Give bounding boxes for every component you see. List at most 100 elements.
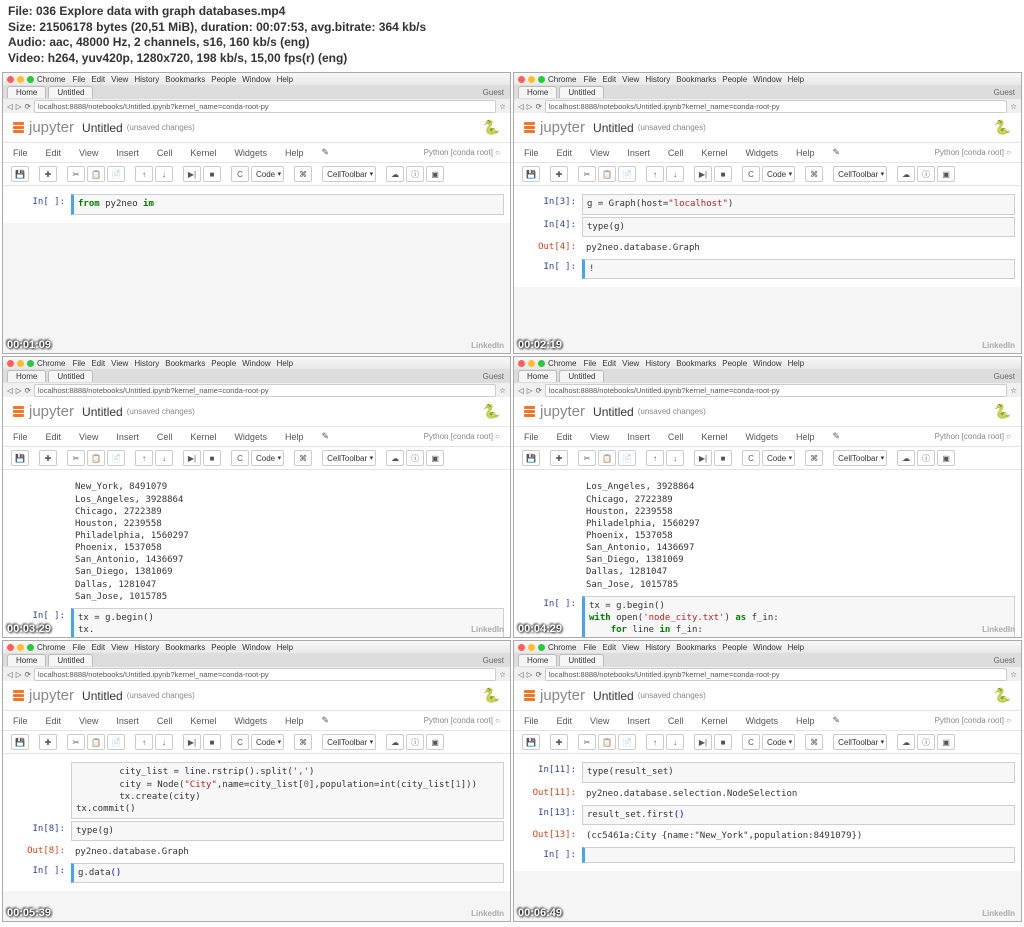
jmenu-help[interactable]: Help — [285, 148, 304, 158]
jmenu-widgets[interactable]: Widgets — [745, 148, 778, 158]
tb-btn-9[interactable]: C — [742, 166, 760, 182]
mac-menu-item[interactable]: Window — [242, 359, 270, 368]
tb-btn-1[interactable]: ✚ — [39, 166, 57, 182]
tb-btn-3[interactable]: 📋 — [87, 734, 105, 750]
mac-menu-item[interactable]: File — [72, 359, 85, 368]
tab-untitled[interactable]: Untitled — [48, 370, 93, 382]
tb-btn-0[interactable]: 💾 — [11, 734, 29, 750]
mac-menu-item[interactable]: Bookmarks — [165, 359, 205, 368]
tb-btn-4[interactable]: 📄 — [107, 166, 125, 182]
mac-menu-item[interactable]: People — [722, 75, 747, 84]
fwd-icon[interactable]: ▷ — [16, 102, 22, 111]
tb-btn-6[interactable]: ↓ — [666, 734, 684, 750]
celltoolbar-select[interactable]: CellToolbar — [322, 450, 376, 466]
mac-menu-item[interactable]: File — [583, 643, 596, 652]
celltoolbar-select[interactable]: CellToolbar — [833, 166, 887, 182]
tb-btn-5[interactable]: ↑ — [646, 734, 664, 750]
jmenu-view[interactable]: View — [79, 148, 98, 158]
jmenu-cell[interactable]: Cell — [668, 148, 684, 158]
tb-btn-5[interactable]: ↑ — [646, 450, 664, 466]
mac-menu-item[interactable]: Window — [242, 643, 270, 652]
reload-icon[interactable]: ⟳ — [25, 670, 31, 679]
reload-icon[interactable]: ⟳ — [536, 102, 542, 111]
tb-btn-2[interactable]: ✂ — [578, 450, 596, 466]
jmenu-file[interactable]: File — [13, 148, 28, 158]
url-input[interactable] — [545, 384, 1007, 397]
jmenu-insert[interactable]: Insert — [627, 148, 650, 158]
jmenu-kernel[interactable]: Kernel — [190, 716, 216, 726]
mac-menu-item[interactable]: File — [583, 75, 596, 84]
jmenu-insert[interactable]: Insert — [116, 148, 139, 158]
jmenu-kernel[interactable]: Kernel — [190, 148, 216, 158]
jmenu-file[interactable]: File — [13, 432, 28, 442]
url-input[interactable] — [545, 668, 1007, 681]
tb-btn-5[interactable]: ↑ — [135, 734, 153, 750]
celltoolbar-select[interactable]: CellToolbar — [833, 450, 887, 466]
tb-btn-2[interactable]: ✂ — [67, 450, 85, 466]
tb-right-0[interactable]: ☁ — [897, 450, 915, 466]
jmenu-widgets[interactable]: Widgets — [745, 432, 778, 442]
mac-menu-item[interactable]: History — [645, 75, 670, 84]
jmenu-cell[interactable]: Cell — [157, 716, 173, 726]
tb-btn-9[interactable]: C — [742, 734, 760, 750]
tb-btn-0[interactable]: 💾 — [11, 450, 29, 466]
traffic-light[interactable] — [17, 360, 24, 367]
jmenu-help[interactable]: Help — [285, 432, 304, 442]
code-type-select[interactable]: Code — [762, 166, 795, 182]
tb-right-2[interactable]: ▣ — [937, 734, 955, 750]
jmenu-view[interactable]: View — [590, 716, 609, 726]
tab-home[interactable]: Home — [518, 86, 557, 98]
tb-right-1[interactable]: ⓘ — [917, 450, 935, 466]
tb-btn-8[interactable]: ■ — [714, 450, 732, 466]
jmenu-view[interactable]: View — [590, 148, 609, 158]
tb-btn-9[interactable]: C — [231, 734, 249, 750]
jmenu-widgets[interactable]: Widgets — [234, 148, 267, 158]
back-icon[interactable]: ◁ — [518, 670, 524, 679]
tb-btn-7[interactable]: ▶| — [183, 450, 201, 466]
tab-home[interactable]: Home — [518, 654, 557, 666]
tb-btn-0[interactable]: 💾 — [11, 166, 29, 182]
code-type-select[interactable]: Code — [251, 734, 284, 750]
tb-right-0[interactable]: ☁ — [897, 734, 915, 750]
traffic-light[interactable] — [27, 644, 34, 651]
tb-right-2[interactable]: ▣ — [426, 166, 444, 182]
tb-btn-3[interactable]: 📋 — [598, 734, 616, 750]
traffic-light[interactable] — [17, 76, 24, 83]
fwd-icon[interactable]: ▷ — [527, 386, 533, 395]
notebook-title[interactable]: Untitled — [82, 405, 123, 419]
tb-btn-8[interactable]: ■ — [203, 166, 221, 182]
tb-right-1[interactable]: ⓘ — [406, 166, 424, 182]
mac-menu-item[interactable]: Edit — [602, 359, 616, 368]
cell-content[interactable]: result_set.first() — [582, 805, 1015, 825]
tb-btn-7[interactable]: ▶| — [183, 734, 201, 750]
traffic-light[interactable] — [538, 644, 545, 651]
tb-btn-8[interactable]: ■ — [714, 166, 732, 182]
tb-btn-4[interactable]: 📄 — [618, 166, 636, 182]
tb-right-2[interactable]: ▣ — [426, 450, 444, 466]
celltoolbar-select[interactable]: CellToolbar — [322, 734, 376, 750]
jmenu-edit[interactable]: Edit — [46, 148, 62, 158]
edit-icon[interactable]: ✎ — [321, 715, 329, 726]
traffic-light[interactable] — [528, 644, 535, 651]
tb-btn-4[interactable]: 📄 — [618, 734, 636, 750]
mac-menu-item[interactable]: History — [134, 359, 159, 368]
tb-right-1[interactable]: ⓘ — [917, 734, 935, 750]
jmenu-kernel[interactable]: Kernel — [701, 148, 727, 158]
code-type-select[interactable]: Code — [251, 166, 284, 182]
tb-btn-4[interactable]: 📄 — [107, 734, 125, 750]
notebook-title[interactable]: Untitled — [82, 689, 123, 703]
traffic-light[interactable] — [528, 360, 535, 367]
cell-content[interactable] — [582, 847, 1015, 863]
mac-menu-item[interactable]: Edit — [91, 359, 105, 368]
tb-btn-3[interactable]: 📋 — [87, 450, 105, 466]
jmenu-insert[interactable]: Insert — [627, 432, 650, 442]
tb-cmd[interactable]: ⌘ — [805, 450, 823, 466]
tb-btn-0[interactable]: 💾 — [522, 450, 540, 466]
tb-btn-4[interactable]: 📄 — [618, 450, 636, 466]
tb-right-0[interactable]: ☁ — [897, 166, 915, 182]
jmenu-widgets[interactable]: Widgets — [234, 432, 267, 442]
tb-right-0[interactable]: ☁ — [386, 450, 404, 466]
cell-content[interactable]: tx = g.begin() with open('node_city.txt'… — [582, 596, 1015, 639]
tb-cmd[interactable]: ⌘ — [294, 734, 312, 750]
tb-right-1[interactable]: ⓘ — [406, 450, 424, 466]
